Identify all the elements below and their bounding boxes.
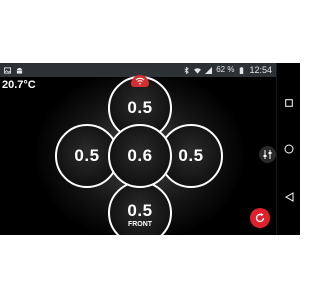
image-icon [4,66,11,74]
wifi-icon [194,67,202,74]
zone-top-value: 0.5 [127,98,153,117]
battery-percent: 62 % [216,65,235,74]
signal-icon [205,66,213,74]
bluetooth-icon [184,66,190,74]
recents-square-icon [285,99,293,107]
equalizer-button[interactable] [259,146,276,163]
reset-button[interactable] [250,208,270,228]
zone-center-value: 0.6 [127,146,153,165]
zone-bottom-value: 0.5 [127,200,153,220]
clock: 12:54 [249,65,272,75]
zone-center[interactable]: 0.6 [108,124,172,188]
zone-bottom-label: FRONT [127,220,153,228]
home-button[interactable] [282,142,296,156]
status-right: 62 % 12:54 [183,63,272,77]
zone-left-value: 0.5 [74,146,100,165]
wifi-icon [135,77,145,85]
refresh-icon [255,213,265,223]
android-icon [16,67,23,74]
recents-button[interactable] [282,96,296,110]
status-left [4,63,23,77]
temperature-readout: 20.7°C [2,79,36,91]
phone-screen: 62 % 12:54 20.7°C 0.5 0.5 FRONT 0.5 0.5 … [0,63,300,235]
battery-icon [240,66,244,74]
back-triangle-icon [284,192,293,202]
zone-right-value: 0.5 [178,146,204,165]
wifi-badge[interactable] [131,75,149,87]
navigation-bar [276,63,300,235]
home-circle-icon [284,144,294,154]
equalizer-icon [263,150,272,159]
back-button[interactable] [282,190,296,204]
